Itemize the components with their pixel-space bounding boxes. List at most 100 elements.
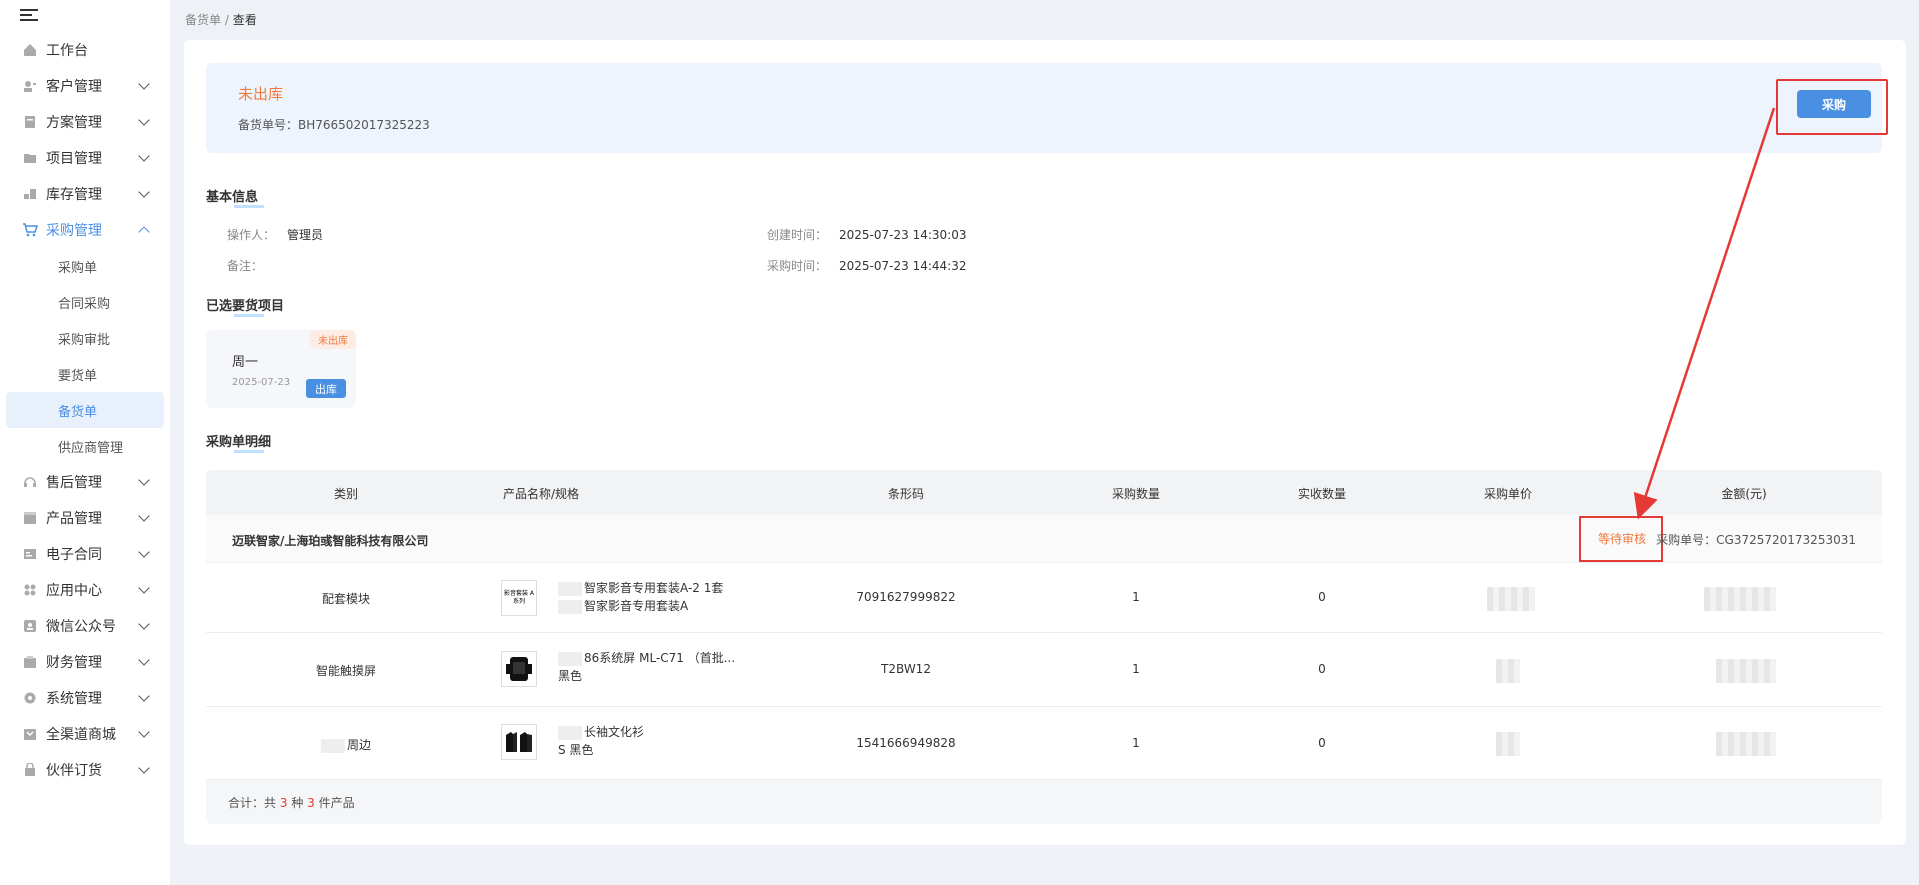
wallet-icon — [22, 654, 38, 670]
status-text: 未出库 — [238, 85, 284, 103]
project-date: 2025-07-23 — [232, 377, 291, 388]
chevron-down-icon — [138, 726, 150, 738]
sidebar-item-projects[interactable]: 项目管理 — [0, 140, 170, 176]
chevron-down-icon — [138, 150, 150, 162]
row-category: 配套模块 — [321, 592, 371, 606]
sidebar-item-partner-order[interactable]: 伙伴订货 — [0, 752, 170, 788]
sidebar-sub-suppliers[interactable]: 供应商管理 — [0, 428, 170, 464]
menu-collapse-icon[interactable] — [20, 6, 38, 24]
chevron-down-icon — [138, 762, 150, 774]
sidebar-item-customers[interactable]: 客户管理 — [0, 68, 170, 104]
wechat-icon — [22, 618, 38, 634]
blurred-amount — [1716, 732, 1776, 756]
chevron-down-icon — [138, 474, 150, 486]
order-number: 备货单号：BH766502017325223 — [238, 118, 430, 132]
blurred-unit-price — [1496, 732, 1520, 756]
product-name: 长袖文化衫 S 黑色 — [558, 725, 645, 757]
breadcrumb: 备货单 / 查看 — [185, 11, 257, 28]
table-row: 智能触摸屏 86系统屏 ML-C71 （首批... 黑色 T2BW12 1 0 — [206, 633, 1882, 707]
sidebar-item-after-sales[interactable]: 售后管理 — [0, 464, 170, 500]
chevron-up-icon — [138, 226, 150, 238]
home-icon — [22, 42, 38, 58]
table-row: 配套模块 影音套装 A系列 智家影音专用套装A-2 1套 智家影音专用套装A 7… — [206, 563, 1882, 633]
sidebar-item-plans[interactable]: 方案管理 — [0, 104, 170, 140]
sidebar-sub-purchase-approval[interactable]: 采购审批 — [0, 320, 170, 356]
project-name: 周一 — [232, 355, 259, 370]
row-barcode: T2BW12 — [881, 662, 931, 676]
sidebar-item-workbench[interactable]: 工作台 — [0, 32, 170, 68]
sidebar-item-products[interactable]: 产品管理 — [0, 500, 170, 536]
sidebar-item-finance[interactable]: 财务管理 — [0, 644, 170, 680]
breadcrumb-separator: / — [224, 13, 229, 27]
box-icon — [22, 510, 38, 526]
stock-out-button[interactable]: 出库 — [306, 379, 346, 398]
sidebar-item-wechat[interactable]: 微信公众号 — [0, 608, 170, 644]
headset-icon — [22, 474, 38, 490]
nav-menu: 工作台 客户管理 方案管理 项目管理 库存管理 采购管理 采购单 合同采购 采购… — [0, 32, 170, 788]
chevron-down-icon — [138, 582, 150, 594]
apps-icon — [22, 582, 38, 598]
sidebar-sub-stock-order[interactable]: 备货单 — [6, 392, 164, 428]
project-card[interactable]: 未出库 周一 2025-07-23 出库 — [206, 330, 356, 408]
row-qty: 1 — [1132, 662, 1140, 676]
info-remark: 备注： — [227, 259, 264, 273]
chevron-down-icon — [138, 618, 150, 630]
sidebar: 工作台 客户管理 方案管理 项目管理 库存管理 采购管理 采购单 合同采购 采购… — [0, 0, 170, 885]
product-thumbnail: 影音套装 A系列 — [501, 580, 537, 616]
section-title-basic: 基本信息 — [206, 186, 265, 208]
product-thumbnail — [501, 651, 537, 687]
blurred-unit-price — [1487, 587, 1535, 611]
tshirt-image-icon — [506, 732, 532, 752]
info-operator: 操作人： 管理员 — [227, 228, 324, 242]
purchase-detail-table: 类别 产品名称/规格 条形码 采购数量 实收数量 采购单价 金额(元) 迈联智家… — [206, 470, 1882, 824]
product-name: 智家影音专用套装A-2 1套 智家影音专用套装A — [558, 579, 723, 615]
chevron-down-icon — [138, 114, 150, 126]
column-header: 产品名称/规格 — [502, 487, 580, 501]
purchase-order-number: 采购单号：CG3725720173253031 — [1656, 533, 1856, 547]
chevron-down-icon — [138, 546, 150, 558]
sidebar-item-purchasing[interactable]: 采购管理 — [0, 212, 170, 248]
cart-icon — [22, 222, 38, 238]
status-panel: 未出库 备货单号：BH766502017325223 采购 — [206, 63, 1888, 153]
row-barcode: 1541666949828 — [856, 736, 956, 750]
breadcrumb-parent[interactable]: 备货单 — [185, 13, 221, 27]
sidebar-sub-contract-purchase[interactable]: 合同采购 — [0, 284, 170, 320]
chevron-down-icon — [138, 186, 150, 198]
user-card-icon — [22, 78, 38, 94]
column-header: 金额(元) — [1721, 487, 1767, 501]
breadcrumb-current: 查看 — [232, 13, 257, 27]
info-purchase-time: 采购时间： 2025-07-23 14:44:32 — [767, 259, 967, 273]
sidebar-sub-requisition[interactable]: 要货单 — [0, 356, 170, 392]
sidebar-item-app-center[interactable]: 应用中心 — [0, 572, 170, 608]
sidebar-item-e-contract[interactable]: 电子合同 — [0, 536, 170, 572]
sidebar-item-omni-mall[interactable]: 全渠道商城 — [0, 716, 170, 752]
row-received: 0 — [1318, 662, 1326, 676]
section-title-detail: 采购单明细 — [206, 431, 271, 453]
sidebar-item-inventory[interactable]: 库存管理 — [0, 176, 170, 212]
chevron-down-icon — [138, 654, 150, 666]
highlight-box-pending — [1579, 516, 1663, 562]
row-category: 周边 — [320, 736, 371, 753]
document-icon — [22, 114, 38, 130]
row-received: 0 — [1318, 590, 1326, 604]
row-qty: 1 — [1132, 736, 1140, 750]
chevron-down-icon — [138, 510, 150, 522]
project-status-tag: 未出库 — [310, 330, 356, 349]
chevron-down-icon — [138, 690, 150, 702]
sidebar-sub-purchase-order[interactable]: 采购单 — [0, 248, 170, 284]
bag-icon — [22, 762, 38, 778]
supplier-group-row: 迈联智家/上海珀彧智能科技有限公司 等待审核 采购单号：CG3725720173… — [206, 515, 1882, 563]
column-header: 类别 — [333, 487, 359, 501]
row-qty: 1 — [1132, 590, 1140, 604]
shop-icon — [22, 726, 38, 742]
supplier-name: 迈联智家/上海珀彧智能科技有限公司 — [232, 534, 429, 548]
table-header: 类别 产品名称/规格 条形码 采购数量 实收数量 采购单价 金额(元) — [206, 470, 1882, 515]
product-name: 86系统屏 ML-C71 （首批... 黑色 — [558, 651, 736, 683]
chevron-down-icon — [138, 78, 150, 90]
highlight-box-purchase — [1776, 79, 1888, 135]
sidebar-item-system[interactable]: 系统管理 — [0, 680, 170, 716]
blurred-unit-price — [1496, 659, 1520, 683]
blurred-amount — [1704, 587, 1776, 611]
total-summary: 合计：共 3 种 3 件产品 — [228, 796, 355, 810]
column-header: 条形码 — [887, 487, 925, 501]
